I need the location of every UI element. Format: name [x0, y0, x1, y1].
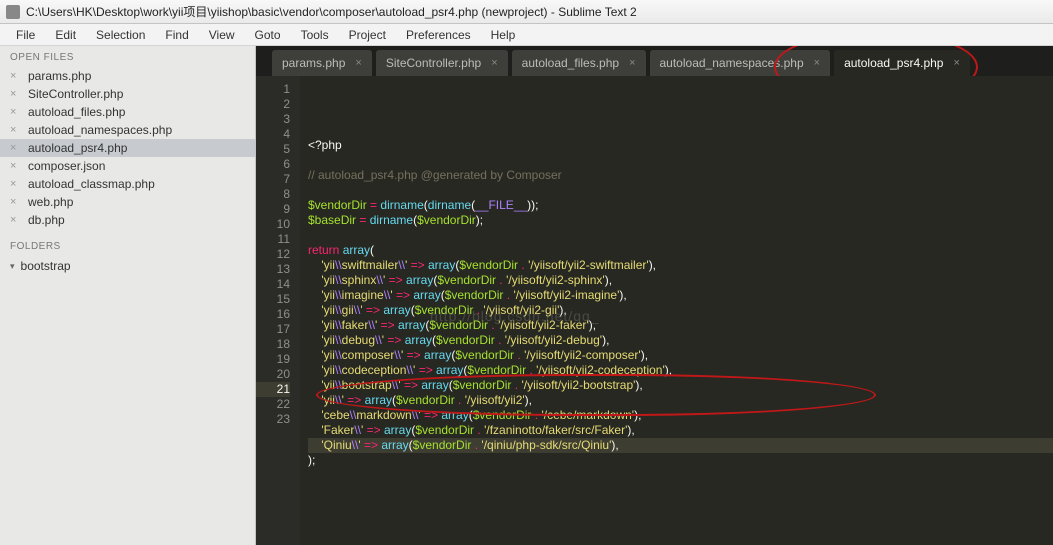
- open-file-item[interactable]: × autoload_files.php: [0, 103, 255, 121]
- close-icon[interactable]: ×: [10, 178, 22, 190]
- menu-item-find[interactable]: Find: [155, 24, 198, 46]
- window-title: C:\Users\HK\Desktop\work\yii项目\yiishop\b…: [26, 3, 637, 20]
- close-icon[interactable]: ×: [10, 124, 22, 136]
- open-files-header: OPEN FILES: [0, 46, 255, 67]
- chevron-down-icon: ▾: [10, 261, 15, 272]
- open-file-item[interactable]: × SiteController.php: [0, 85, 255, 103]
- open-file-label: autoload_files.php: [28, 105, 125, 119]
- menu-item-preferences[interactable]: Preferences: [396, 24, 481, 46]
- close-icon[interactable]: ×: [10, 142, 22, 154]
- tab-label: autoload_namespaces.php: [660, 56, 804, 70]
- code-area[interactable]: 1234567891011121314151617181920212223 <?…: [256, 76, 1053, 545]
- close-icon[interactable]: ×: [814, 57, 820, 69]
- open-file-item[interactable]: × autoload_namespaces.php: [0, 121, 255, 139]
- editor-tab[interactable]: autoload_files.php ×: [512, 50, 646, 76]
- editor-tab[interactable]: SiteController.php ×: [376, 50, 508, 76]
- menu-item-file[interactable]: File: [6, 24, 45, 46]
- tab-label: autoload_psr4.php: [844, 56, 943, 70]
- open-file-item[interactable]: × autoload_psr4.php: [0, 139, 255, 157]
- folder-label: bootstrap: [21, 259, 71, 273]
- close-icon[interactable]: ×: [10, 70, 22, 82]
- open-file-item[interactable]: × composer.json: [0, 157, 255, 175]
- close-icon[interactable]: ×: [10, 196, 22, 208]
- menu-item-tools[interactable]: Tools: [291, 24, 339, 46]
- line-number-gutter: 1234567891011121314151617181920212223: [256, 76, 300, 545]
- open-files-list: × params.php × SiteController.php × autoload_…: [0, 67, 255, 229]
- close-icon[interactable]: ×: [491, 57, 497, 69]
- open-file-label: params.php: [28, 69, 91, 83]
- code-content[interactable]: <?php// autoload_psr4.php @generated by …: [300, 76, 1053, 545]
- menu-item-view[interactable]: View: [199, 24, 245, 46]
- menu-item-project[interactable]: Project: [339, 24, 396, 46]
- close-icon[interactable]: ×: [10, 106, 22, 118]
- editor-tab[interactable]: autoload_namespaces.php ×: [650, 50, 831, 76]
- folders-header: FOLDERS: [0, 235, 255, 256]
- close-icon[interactable]: ×: [355, 57, 361, 69]
- open-file-label: composer.json: [28, 159, 105, 173]
- app-icon: [6, 5, 20, 19]
- menu-item-goto[interactable]: Goto: [245, 24, 291, 46]
- open-file-label: autoload_classmap.php: [28, 177, 155, 191]
- menu-item-help[interactable]: Help: [481, 24, 526, 46]
- folder-item[interactable]: ▾ bootstrap: [0, 256, 255, 276]
- menu-bar: FileEditSelectionFindViewGotoToolsProjec…: [0, 24, 1053, 46]
- window-titlebar: C:\Users\HK\Desktop\work\yii项目\yiishop\b…: [0, 0, 1053, 24]
- close-icon[interactable]: ×: [953, 57, 959, 69]
- open-file-item[interactable]: × web.php: [0, 193, 255, 211]
- close-icon[interactable]: ×: [10, 88, 22, 100]
- open-file-label: web.php: [28, 195, 73, 209]
- editor-tab[interactable]: autoload_psr4.php ×: [834, 50, 970, 76]
- tab-label: params.php: [282, 56, 345, 70]
- editor-tab[interactable]: params.php ×: [272, 50, 372, 76]
- open-file-item[interactable]: × db.php: [0, 211, 255, 229]
- open-file-label: SiteController.php: [28, 87, 123, 101]
- folders-list: ▾ bootstrap: [0, 256, 255, 276]
- open-file-label: db.php: [28, 213, 65, 227]
- sidebar: OPEN FILES × params.php × SiteController.ph…: [0, 46, 256, 545]
- tab-label: SiteController.php: [386, 56, 481, 70]
- open-file-label: autoload_namespaces.php: [28, 123, 172, 137]
- tab-bar: params.php×SiteController.php×autoload_f…: [256, 46, 1053, 76]
- open-file-item[interactable]: × autoload_classmap.php: [0, 175, 255, 193]
- open-file-item[interactable]: × params.php: [0, 67, 255, 85]
- menu-item-selection[interactable]: Selection: [86, 24, 155, 46]
- close-icon[interactable]: ×: [10, 214, 22, 226]
- menu-item-edit[interactable]: Edit: [45, 24, 86, 46]
- open-file-label: autoload_psr4.php: [28, 141, 127, 155]
- close-icon[interactable]: ×: [10, 160, 22, 172]
- tab-label: autoload_files.php: [522, 56, 619, 70]
- close-icon[interactable]: ×: [629, 57, 635, 69]
